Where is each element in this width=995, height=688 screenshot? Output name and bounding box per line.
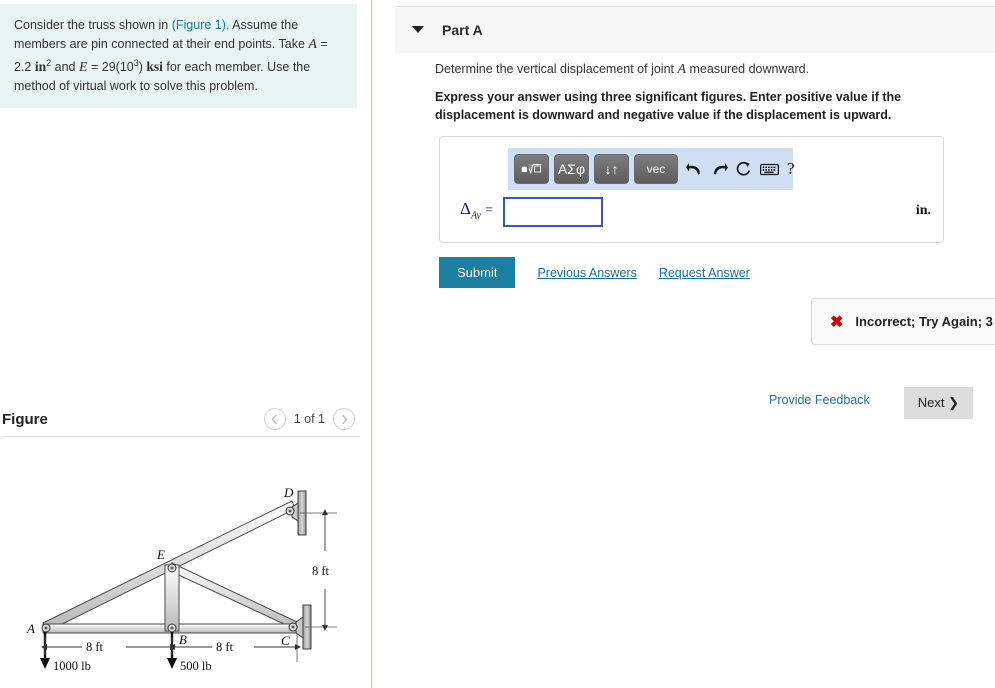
question-statement-box: Consider the truss shown in (Figure 1). … [0,4,357,109]
answer-label: ΔAv = [460,199,493,221]
joint-label-C: C [281,633,290,648]
request-answer-link[interactable]: Request Answer [659,266,750,280]
figure-next-button[interactable] [333,408,355,430]
question-text: Consider the truss shown in (Figure 1). … [14,16,343,96]
part-header[interactable]: Part A [395,6,995,53]
question-seg-7: and [51,60,79,75]
submit-button[interactable]: Submit [439,257,516,288]
question-unit-ksi: ksi [146,59,163,75]
template-root-button[interactable]: ◻ [514,154,549,184]
member-EB [164,564,180,632]
vector-button[interactable]: vec [634,154,678,184]
vector-label: vec [646,162,666,176]
truss-diagram-svg: A B C D E 1000 lb 500 lb 8 ft 8 ft 8 ft [26,485,337,673]
prompt-joint-A: A [677,62,687,77]
chevron-left-icon [271,414,278,424]
figure-pager: 1 of 1 [263,408,355,430]
greek-symbols-button[interactable]: ΑΣφ [554,154,589,184]
redo-icon[interactable] [711,156,728,182]
part-title: Part A [442,22,483,38]
joint-label-D: D [283,485,294,500]
joint-label-B: B [179,632,187,647]
figure-title: Figure [2,411,48,428]
answer-subscript: Av [470,210,481,222]
part-prompt-plain: Determine the vertical displacement of j… [435,62,980,78]
next-button[interactable]: Next ❯ [903,387,973,419]
arrows-button[interactable]: ↓↑ [594,154,629,184]
truss-figure[interactable]: A B C D E 1000 lb 500 lb 8 ft 8 ft 8 ft [0,455,370,688]
provide-feedback-link[interactable]: Provide Feedback [769,393,870,407]
answer-input[interactable] [503,197,603,227]
submit-row: Submit Previous Answers Request Answer [439,257,750,288]
feedback-message: Incorrect; Try Again; 3 attempts remaini… [855,314,995,329]
reset-icon[interactable] [736,156,752,182]
previous-answers-link[interactable]: Previous Answers [537,266,636,280]
load-label-1000lb: 1000 lb [53,659,91,673]
caret-down-icon[interactable] [412,26,424,33]
part-prompt-bold: Express your answer using three signific… [435,90,902,122]
question-seg-9: = 29(10 [87,60,134,75]
redo-arrow-glyph [714,162,728,174]
question-seg-0: Consider the truss shown in [14,18,172,32]
math-toolbar: ◻ ΑΣφ ↓↑ vec ? [508,148,795,190]
feedback-banner: ✖ Incorrect; Try Again; 3 attempts remai… [811,298,995,345]
chevron-right-icon [341,414,347,424]
right-panel: Part A Determine the vertical displaceme… [373,0,995,688]
figure-page-label: 1 of 1 [293,412,325,426]
prompt-before: Determine the vertical displacement of j… [435,62,678,76]
undo-arrow-glyph [686,162,700,174]
question-var-A: A [308,37,317,52]
member-EC [169,562,298,631]
answer-units: in. [915,203,931,218]
figure-prev-button[interactable] [263,408,286,430]
answer-symbol: Δ [460,199,471,218]
joint-label-A: A [26,621,35,636]
dimension-AB: 8 ft [41,637,176,655]
greek-symbols-label: ΑΣφ [557,161,586,177]
question-var-E: E [78,60,88,76]
answer-equals: = [485,203,494,218]
dimension-label-AB: 8 ft [86,640,104,654]
help-label: ? [787,159,795,178]
figure-divider [2,436,360,437]
prompt-after: measured downward. [686,62,810,76]
arrows-label: ↓↑ [604,161,619,177]
root-template-icon: ◻ [521,164,542,175]
undo-icon[interactable] [686,156,703,182]
question-unit-in: in [34,59,47,75]
reset-circular-arrow-glyph [736,161,751,176]
help-icon[interactable]: ? [787,156,795,182]
figure-link[interactable]: (Figure 1) [172,18,226,32]
load-label-500lb: 500 lb [180,659,212,673]
figure-header: Figure 1 of 1 [0,405,360,437]
left-panel: Consider the truss shown in (Figure 1). … [0,0,372,688]
keyboard-glyph [760,163,779,175]
cross-icon: ✖ [830,313,844,331]
answer-card: ◻ ΑΣφ ↓↑ vec ? ΔAv = in. [439,136,944,243]
page-root: Consider the truss shown in (Figure 1). … [0,0,995,688]
dimension-label-DC: 8 ft [312,564,330,578]
joint-label-E: E [156,547,165,562]
keyboard-icon[interactable] [760,156,779,182]
dimension-label-BC: 8 ft [216,640,234,654]
